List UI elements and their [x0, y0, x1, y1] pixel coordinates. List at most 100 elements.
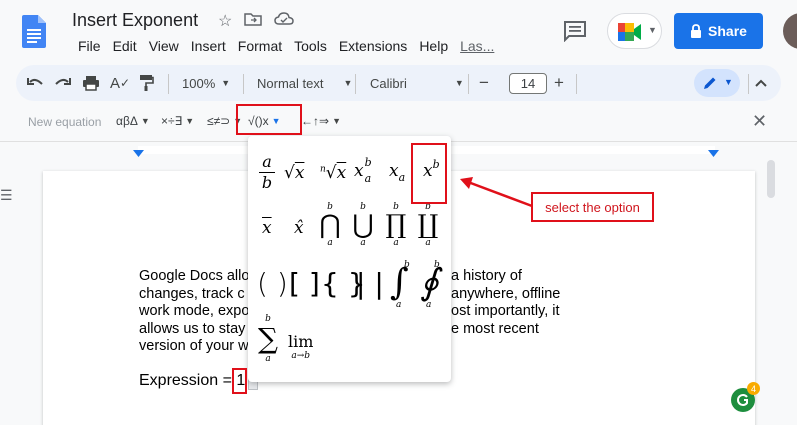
meet-icon [618, 23, 641, 41]
formatting-toolbar: A ✓ 100% ▼ Normal text ▼ Calibri ▼ − 14 + ▼ [16, 65, 781, 101]
undo-icon[interactable] [26, 65, 44, 101]
square-root-option[interactable]: √x [284, 163, 304, 183]
hat-accent-option[interactable]: x̂ [294, 218, 304, 238]
font-size-input[interactable]: 14 [509, 73, 547, 94]
menu-help[interactable]: Help [413, 38, 454, 54]
print-icon[interactable] [82, 65, 100, 101]
highlight-expression-cursor [232, 368, 247, 394]
product-option[interactable]: b ∏ a [385, 202, 407, 248]
google-docs-window: Insert Exponent ☆ File Edit View Insert … [0, 0, 797, 425]
redo-icon[interactable] [54, 65, 72, 101]
menu-extensions[interactable]: Extensions [333, 38, 413, 54]
menu-edit[interactable]: Edit [107, 38, 143, 54]
outline-icon[interactable]: ☰ [0, 187, 13, 204]
docs-logo-icon[interactable] [22, 15, 46, 48]
indent-marker-icon[interactable] [133, 145, 144, 157]
subscript-option[interactable]: xa [389, 161, 405, 184]
scrollbar[interactable] [767, 160, 775, 198]
chevron-down-icon: ▼ [140, 116, 150, 126]
close-icon[interactable]: ✕ [752, 111, 767, 132]
expression-label: Expression = [139, 372, 237, 389]
avatar[interactable] [783, 13, 797, 49]
move-folder-icon[interactable] [244, 11, 263, 27]
last-edit-link[interactable]: Las... [454, 38, 500, 54]
font-value: Calibri [370, 75, 407, 91]
new-equation-button[interactable]: New equation [28, 115, 101, 129]
toolbar-divider [355, 74, 356, 94]
limit-option[interactable]: lim a→b [288, 332, 313, 361]
meet-chevron-down-icon: ▼ [648, 25, 657, 35]
cloud-status-icon[interactable] [274, 11, 295, 27]
body-line: e most recent [451, 320, 539, 337]
arrows-label: ←↑⇒ [301, 114, 330, 128]
style-value: Normal text [257, 75, 324, 91]
body-line: ost importantly, it [451, 303, 560, 319]
document-title[interactable]: Insert Exponent [72, 10, 198, 31]
share-button[interactable]: Share [674, 13, 763, 49]
editing-mode-button[interactable]: ▼ [694, 69, 740, 97]
spellcheck-icon[interactable]: A ✓ [110, 65, 130, 101]
arrows-menu[interactable]: ←↑⇒ ▼ [301, 114, 341, 128]
paint-format-icon[interactable] [138, 65, 154, 101]
lock-icon [691, 23, 702, 38]
meet-button[interactable]: ▼ [607, 13, 662, 49]
menu-tools[interactable]: Tools [288, 38, 333, 54]
toolbar-divider [748, 74, 749, 94]
decrease-font-size-button[interactable]: − [479, 65, 489, 101]
relations-label: ≤≠⊃ [207, 114, 231, 128]
style-select[interactable]: Normal text ▼ [257, 65, 352, 101]
summation-option[interactable]: b ∑ a [256, 314, 280, 364]
body-line: anywhere, offline [451, 285, 561, 302]
chevron-down-icon: ▼ [332, 116, 341, 126]
document-body-right: a history of anywhere, offline ost impor… [451, 268, 560, 338]
parentheses-option[interactable]: ( ) [257, 267, 288, 300]
grammarly-logo-icon [737, 394, 748, 406]
integral-option[interactable]: ∫ b a [388, 260, 414, 312]
toolbar-divider [168, 74, 169, 94]
increase-font-size-button[interactable]: + [554, 65, 564, 101]
zoom-value: 100% [182, 75, 216, 91]
font-select[interactable]: Calibri ▼ [370, 65, 464, 101]
expression-line[interactable]: Expression = 1 [139, 372, 245, 390]
big-intersection-option[interactable]: b ⋂ a [319, 202, 341, 248]
menu-bar: File Edit View Insert Format Tools Exten… [72, 38, 500, 54]
annotation-callout: select the option [531, 192, 654, 222]
zoom-select[interactable]: 100% ▼ [182, 65, 230, 101]
chevron-down-icon: ▼ [185, 116, 195, 126]
title-bar: Insert Exponent ☆ File Edit View Insert … [0, 0, 797, 64]
menu-insert[interactable]: Insert [185, 38, 232, 54]
chevron-down-icon: ▼ [724, 77, 733, 87]
greek-letters-label: αβΔ [116, 114, 138, 128]
bar-accent-option[interactable]: x [262, 218, 272, 238]
notification-count-badge: 4 [747, 382, 760, 395]
brackets-option[interactable]: [ ] [289, 267, 320, 300]
coproduct-option[interactable]: b ∐ a [417, 202, 439, 248]
misc-operations-label: ×÷∃ [161, 114, 183, 128]
chevron-down-icon: ▼ [343, 78, 353, 88]
menu-view[interactable]: View [143, 38, 185, 54]
sub-superscript-option[interactable]: xba [354, 156, 372, 185]
misc-operations-menu[interactable]: ×÷∃ ▼ [161, 114, 194, 128]
body-line: a history of [451, 268, 522, 284]
toolbar-divider [576, 74, 577, 94]
collapse-toolbar-icon[interactable] [754, 65, 768, 101]
greek-letters-menu[interactable]: αβΔ ▼ [116, 114, 150, 128]
highlight-superscript-option [411, 143, 447, 204]
fraction-option[interactable]: ab [259, 152, 275, 193]
chevron-down-icon: ▼ [221, 78, 231, 88]
comment-icon[interactable] [563, 20, 587, 42]
annotation-arrow-icon [460, 177, 533, 208]
nth-root-option[interactable]: n√x [320, 163, 346, 183]
chevron-down-icon: ▼ [454, 78, 464, 88]
absolute-value-option[interactable]: | | [356, 267, 384, 300]
share-label: Share [708, 23, 747, 39]
toolbar-divider [468, 74, 469, 94]
right-indent-marker-icon[interactable] [708, 145, 719, 157]
contour-integral-option[interactable]: ∮ b a [418, 260, 444, 312]
pencil-icon [704, 77, 716, 89]
toolbar-divider [243, 74, 244, 94]
menu-format[interactable]: Format [232, 38, 288, 54]
star-icon[interactable]: ☆ [218, 11, 232, 31]
big-union-option[interactable]: b ⋃ a [352, 202, 374, 248]
menu-file[interactable]: File [72, 38, 107, 54]
